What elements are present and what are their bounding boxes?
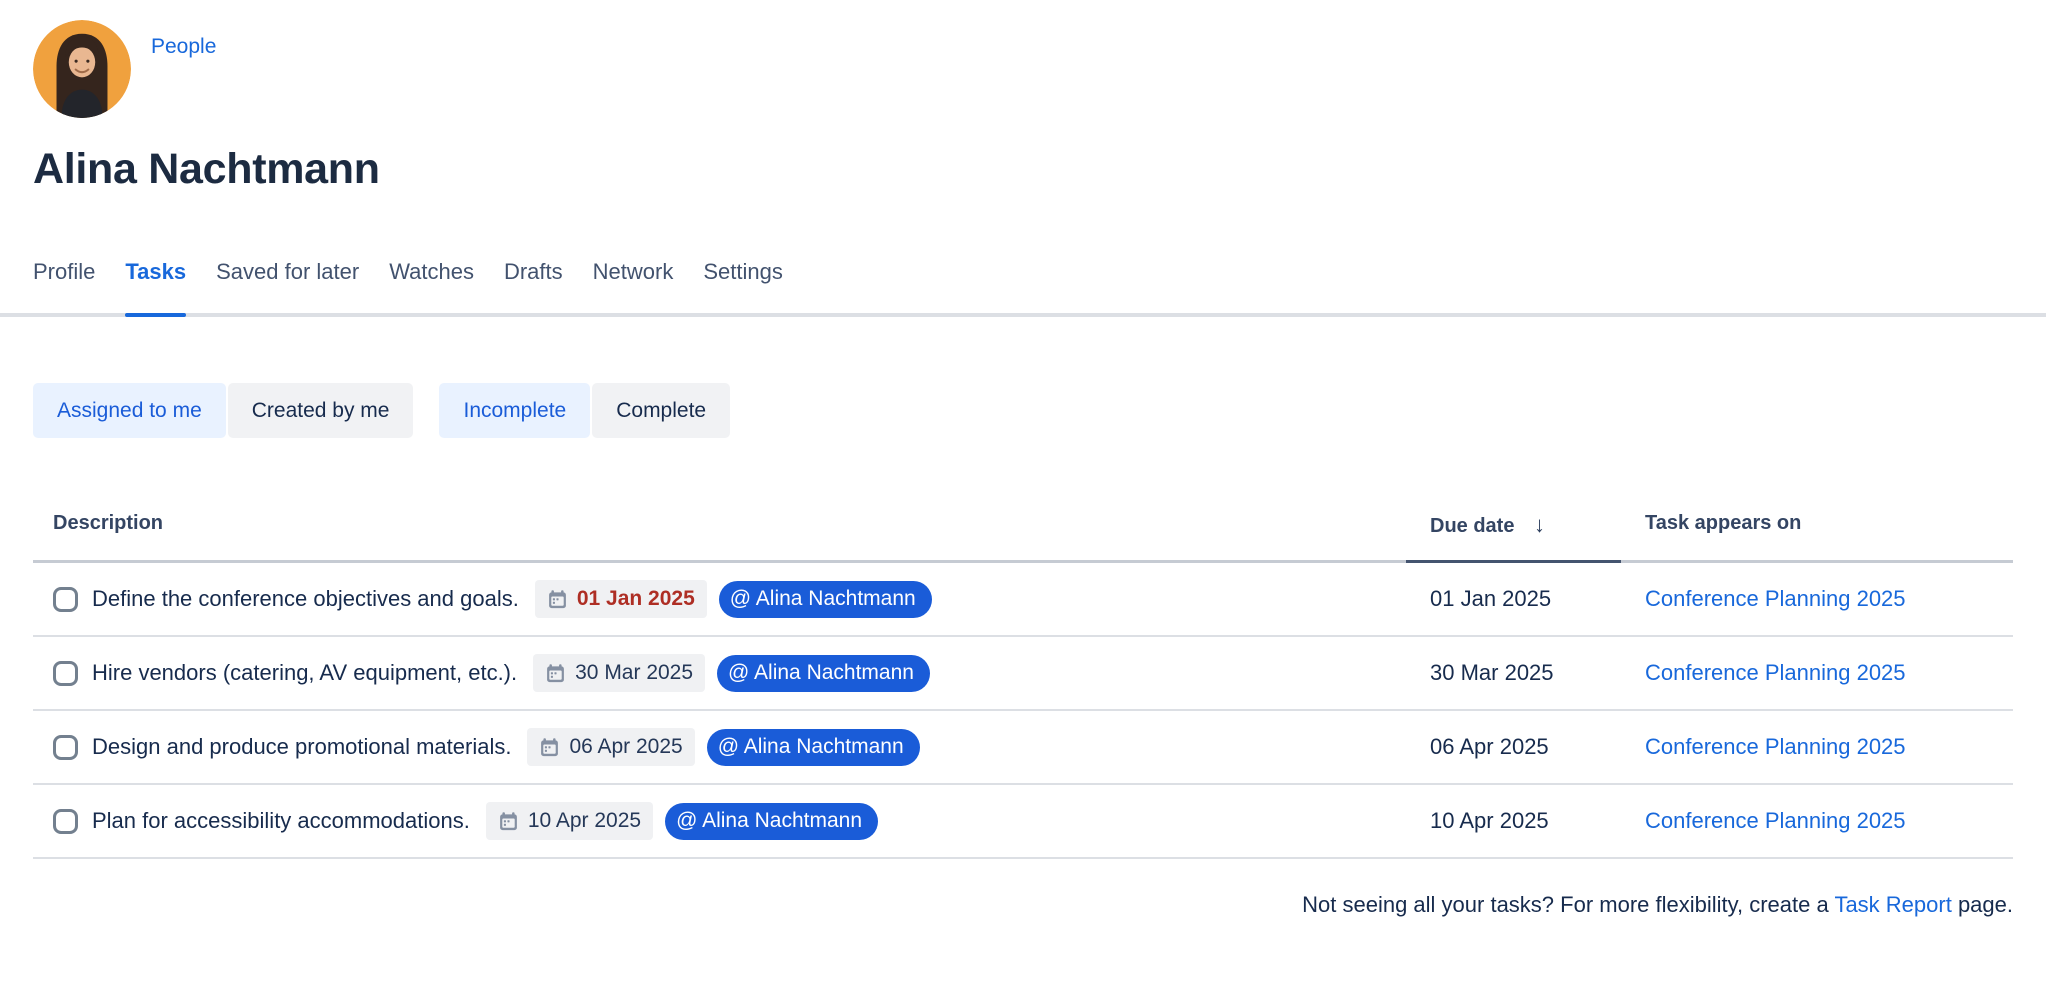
appears-on-cell: Conference Planning 2025	[1621, 734, 2013, 760]
tasks-table: Description Due date ↓ Task appears on D…	[33, 494, 2013, 859]
tab-saved-for-later[interactable]: Saved for later	[216, 259, 359, 313]
tab-tasks[interactable]: Tasks	[125, 259, 186, 313]
profile-header: People	[33, 0, 2013, 118]
filter-incomplete[interactable]: Incomplete	[439, 383, 590, 438]
due-date-cell: 10 Apr 2025	[1406, 808, 1621, 834]
task-date-lozenge: 10 Apr 2025	[486, 802, 653, 840]
table-row: Plan for accessibility accommodations. 1…	[33, 785, 2013, 859]
task-description: Plan for accessibility accommodations.	[92, 808, 470, 834]
calendar-icon	[539, 737, 560, 758]
tasks-panel: Assigned to me Created by me Incomplete …	[0, 383, 2046, 918]
task-checkbox[interactable]	[53, 735, 78, 760]
inline-due-date: 06 Apr 2025	[569, 735, 682, 759]
tab-network[interactable]: Network	[593, 259, 674, 313]
task-description: Define the conference objectives and goa…	[92, 586, 519, 612]
task-date-lozenge: 01 Jan 2025	[535, 580, 707, 618]
task-appears-on-link[interactable]: Conference Planning 2025	[1645, 734, 1906, 759]
calendar-icon	[547, 589, 568, 610]
hint-text-after: page.	[1952, 892, 2013, 917]
column-header-description: Description	[33, 494, 1406, 563]
table-row: Design and produce promotional materials…	[33, 711, 2013, 785]
task-checkbox[interactable]	[53, 661, 78, 686]
due-date-cell: 06 Apr 2025	[1406, 734, 1621, 760]
task-description-cell: Design and produce promotional materials…	[33, 728, 1406, 766]
hint-text-before: Not seeing all your tasks? For more flex…	[1302, 892, 1834, 917]
sort-descending-icon: ↓	[1534, 512, 1545, 537]
filter-complete[interactable]: Complete	[592, 383, 730, 438]
appears-on-cell: Conference Planning 2025	[1621, 586, 2013, 612]
due-date-header-label: Due date	[1430, 515, 1514, 537]
tab-drafts[interactable]: Drafts	[504, 259, 563, 313]
task-description: Design and produce promotional materials…	[92, 734, 511, 760]
task-description-cell: Plan for accessibility accommodations. 1…	[33, 802, 1406, 840]
mention-pill[interactable]: @ Alina Nachtmann	[719, 581, 932, 618]
avatar	[33, 20, 131, 118]
avatar-illustration	[33, 20, 131, 118]
calendar-icon	[545, 663, 566, 684]
task-date-lozenge: 30 Mar 2025	[533, 654, 705, 692]
inline-due-date: 01 Jan 2025	[577, 587, 695, 611]
page-title: Alina Nachtmann	[33, 145, 2013, 193]
column-header-due-date[interactable]: Due date ↓	[1406, 494, 1621, 563]
task-report-hint: Not seeing all your tasks? For more flex…	[33, 892, 2013, 918]
task-appears-on-link[interactable]: Conference Planning 2025	[1645, 808, 1906, 833]
status-filter-group: Incomplete Complete	[439, 383, 730, 438]
mention-pill[interactable]: @ Alina Nachtmann	[665, 803, 878, 840]
tab-profile[interactable]: Profile	[33, 259, 95, 313]
breadcrumb-people-link[interactable]: People	[151, 35, 216, 59]
filter-created-by-me[interactable]: Created by me	[228, 383, 414, 438]
mention-pill[interactable]: @ Alina Nachtmann	[717, 655, 930, 692]
task-description: Hire vendors (catering, AV equipment, et…	[92, 660, 517, 686]
table-header-row: Description Due date ↓ Task appears on	[33, 494, 2013, 563]
tab-settings[interactable]: Settings	[703, 259, 783, 313]
inline-due-date: 30 Mar 2025	[575, 661, 693, 685]
appears-on-cell: Conference Planning 2025	[1621, 808, 2013, 834]
task-checkbox[interactable]	[53, 587, 78, 612]
appears-on-cell: Conference Planning 2025	[1621, 660, 2013, 686]
task-date-lozenge: 06 Apr 2025	[527, 728, 694, 766]
task-description-cell: Define the conference objectives and goa…	[33, 580, 1406, 618]
due-date-cell: 30 Mar 2025	[1406, 660, 1621, 686]
table-row: Define the conference objectives and goa…	[33, 563, 2013, 637]
inline-due-date: 10 Apr 2025	[528, 809, 641, 833]
profile-tabs-bar: Profile Tasks Saved for later Watches Dr…	[0, 259, 2046, 317]
people-profile-page: People Alina Nachtmann Profile Tasks Sav…	[0, 0, 2046, 1006]
task-description-cell: Hire vendors (catering, AV equipment, et…	[33, 654, 1406, 692]
due-date-cell: 01 Jan 2025	[1406, 586, 1621, 612]
task-appears-on-link[interactable]: Conference Planning 2025	[1645, 660, 1906, 685]
assignment-filter-group: Assigned to me Created by me	[33, 383, 413, 438]
task-checkbox[interactable]	[53, 809, 78, 834]
filter-assigned-to-me[interactable]: Assigned to me	[33, 383, 226, 438]
task-filters: Assigned to me Created by me Incomplete …	[33, 383, 2013, 438]
calendar-icon	[498, 811, 519, 832]
column-header-task-appears-on: Task appears on	[1621, 494, 2013, 563]
task-appears-on-link[interactable]: Conference Planning 2025	[1645, 586, 1906, 611]
mention-pill[interactable]: @ Alina Nachtmann	[707, 729, 920, 766]
task-report-link[interactable]: Task Report	[1834, 892, 1951, 917]
tab-watches[interactable]: Watches	[389, 259, 474, 313]
table-row: Hire vendors (catering, AV equipment, et…	[33, 637, 2013, 711]
